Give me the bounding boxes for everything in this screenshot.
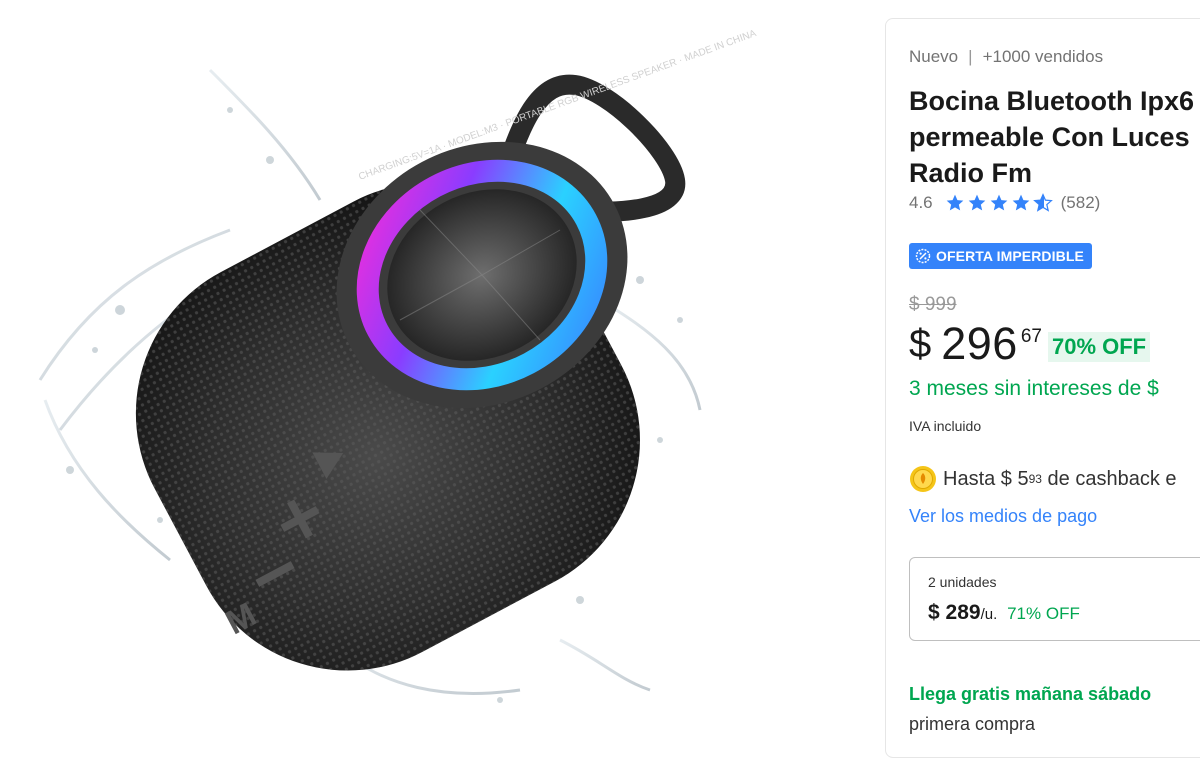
product-title-line: Bocina Bluetooth Ipx6 A bbox=[909, 86, 1200, 116]
discount-icon bbox=[915, 248, 931, 264]
speaker-product-image: CHARGING:5V=1A · MODEL:M3 · PORTABLE RGB… bbox=[38, 28, 758, 703]
product-title: Bocina Bluetooth Ipx6 A permeable Con Lu… bbox=[909, 83, 1200, 191]
bulk-units: 2 unidades bbox=[928, 574, 997, 590]
star-full-icon bbox=[1012, 194, 1029, 211]
rating-summary[interactable]: 4.6 (582) bbox=[909, 193, 1100, 213]
bulk-offer-option[interactable]: 2 unidades $ 289/u. 71% OFF bbox=[909, 557, 1200, 641]
coin-icon bbox=[910, 466, 936, 492]
star-full-icon bbox=[968, 194, 985, 211]
original-price: $ 999 bbox=[909, 294, 957, 315]
star-full-icon bbox=[990, 194, 1007, 211]
product-title-line: Radio Fm bbox=[909, 158, 1033, 188]
buy-box: Nuevo | +1000 vendidos Bocina Bluetooth Ip… bbox=[885, 18, 1200, 758]
rating-stars bbox=[945, 193, 1053, 213]
cashback-info: Hasta $ 5 93 de cashback e bbox=[909, 465, 1177, 493]
bulk-price-unit: /u. bbox=[980, 606, 998, 623]
installments-info: 3 meses sin intereses de $ bbox=[909, 377, 1159, 400]
price-currency: $ bbox=[909, 322, 932, 366]
current-price: $ 296 67 70% OFF bbox=[909, 318, 1151, 369]
star-half-icon bbox=[1032, 193, 1053, 212]
deal-badge: OFERTA IMPERDIBLE bbox=[909, 243, 1092, 269]
product-title-line: permeable Con Luces bbox=[909, 122, 1190, 152]
rating-value: 4.6 bbox=[909, 193, 933, 212]
meta-separator: | bbox=[968, 47, 973, 66]
discount-label: 70% OFF bbox=[1047, 332, 1151, 362]
rating-count: (582) bbox=[1060, 193, 1101, 212]
shipping-subline: primera compra bbox=[909, 714, 1036, 734]
payment-methods-link[interactable]: Ver los medios de pago bbox=[909, 506, 1097, 527]
tax-note: IVA incluido bbox=[909, 418, 982, 434]
shipping-headline: Llega gratis mañana sábado bbox=[909, 684, 1152, 704]
cashback-suffix: de cashback e bbox=[1047, 467, 1177, 490]
sold-count: +1000 vendidos bbox=[982, 47, 1104, 66]
bulk-discount: 71% OFF bbox=[1007, 604, 1080, 623]
condition-label: Nuevo bbox=[909, 47, 959, 66]
product-image-gallery[interactable]: CHARGING:5V=1A · MODEL:M3 · PORTABLE RGB… bbox=[0, 0, 880, 737]
price-cents: 67 bbox=[1020, 326, 1042, 347]
star-full-icon bbox=[946, 194, 963, 211]
bulk-price: $ 289/u. 71% OFF bbox=[928, 601, 1080, 625]
cashback-prefix: Hasta $ 5 bbox=[943, 467, 1029, 490]
cashback-cents: 93 bbox=[1028, 472, 1042, 486]
price-integer: 296 bbox=[941, 318, 1018, 369]
bulk-price-value: $ 289 bbox=[928, 601, 981, 624]
deal-badge-label: OFERTA IMPERDIBLE bbox=[936, 248, 1084, 264]
product-meta: Nuevo | +1000 vendidos bbox=[909, 47, 1103, 67]
shipping-info: Llega gratis mañana sábado primera compr… bbox=[909, 679, 1151, 739]
